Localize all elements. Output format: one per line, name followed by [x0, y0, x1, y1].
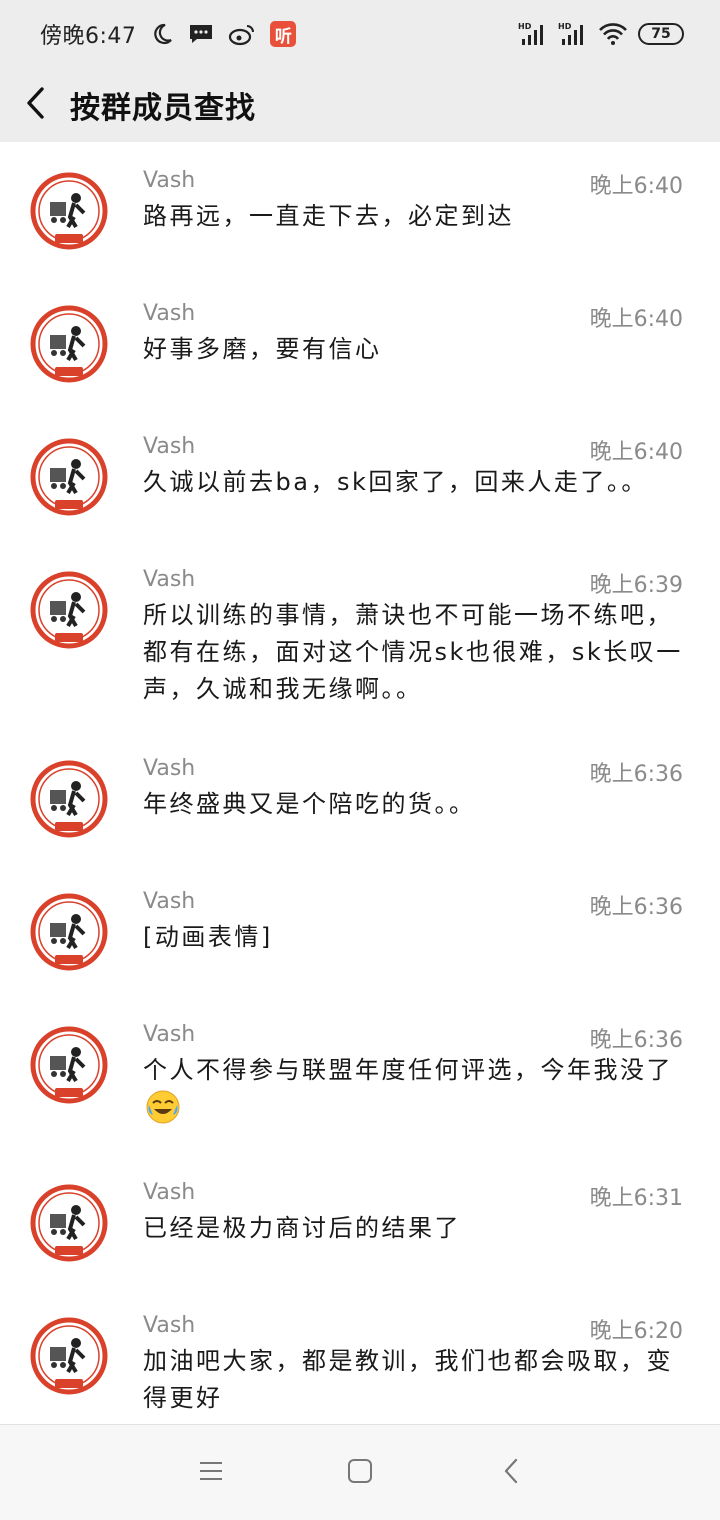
message-text: 个人不得参与联盟年度任何评选，今年我没了	[143, 1052, 688, 1136]
sender-name: Vash	[143, 1022, 196, 1047]
list-item[interactable]: Vash 晚上6:36 个人不得参与联盟年度任何评选，今年我没了	[0, 996, 720, 1154]
svg-text:HD: HD	[558, 22, 572, 31]
weibo-icon	[228, 22, 256, 46]
message-time: 晚上6:39	[589, 573, 683, 598]
menu-button[interactable]	[193, 1455, 229, 1491]
sender-name: Vash	[143, 567, 196, 592]
avatar[interactable]	[30, 893, 108, 971]
back-button[interactable]	[0, 68, 70, 142]
list-item[interactable]: Vash 晚上6:40 好事多磨，要有信心	[0, 275, 720, 408]
status-time: 傍晚6:47	[40, 24, 137, 49]
message-text-body: 个人不得参与联盟年度任何评选，今年我没了	[143, 1056, 673, 1084]
app-header: 按群成员查找	[0, 68, 720, 142]
message-text: [动画表情]	[143, 923, 273, 951]
message-text: 久诚以前去ba，sk回家了，回来人走了。。	[143, 468, 648, 496]
avatar[interactable]	[30, 305, 108, 383]
list-item[interactable]: Vash 晚上6:20 加油吧大家，都是教训，我们也都会吸取，变得更好	[0, 1287, 720, 1424]
listen-icon: 听	[270, 21, 297, 47]
message-time: 晚上6:31	[589, 1186, 683, 1211]
message-text: 年终盛典又是个陪吃的货。。	[143, 790, 476, 818]
menu-icon	[198, 1460, 224, 1486]
message-time: 晚上6:36	[589, 762, 683, 787]
message-text: 所以训练的事情，萧诀也不可能一场不练吧，都有在练，面对这个情况sk也很难，sk长…	[143, 601, 683, 703]
hd-signal-icon: HD	[518, 21, 548, 47]
avatar[interactable]	[30, 760, 108, 838]
sender-name: Vash	[143, 301, 196, 326]
avatar[interactable]	[30, 438, 108, 516]
avatar[interactable]	[30, 571, 108, 649]
wifi-icon	[598, 22, 628, 46]
avatar[interactable]	[30, 1026, 108, 1104]
message-text: 加油吧大家，都是教训，我们也都会吸取，变得更好	[143, 1347, 673, 1412]
sender-name: Vash	[143, 168, 196, 193]
home-icon	[347, 1458, 373, 1488]
svg-text:HD: HD	[518, 22, 532, 31]
moon-icon	[150, 22, 174, 46]
back-icon	[502, 1458, 520, 1488]
battery-icon: 75	[638, 23, 684, 45]
sender-name: Vash	[143, 889, 196, 914]
status-left: 傍晚6:47 听	[40, 18, 297, 50]
message-text: 好事多磨，要有信心	[143, 335, 382, 363]
message-time: 晚上6:40	[589, 307, 683, 332]
message-text: 路再远，一直走下去，必定到达	[143, 202, 514, 230]
home-button[interactable]	[342, 1455, 378, 1491]
message-time: 晚上6:40	[589, 174, 683, 199]
message-time: 晚上6:20	[589, 1319, 683, 1344]
message-time: 晚上6:40	[589, 440, 683, 465]
sender-name: Vash	[143, 434, 196, 459]
hd-signal-icon: HD	[558, 21, 588, 47]
avatar[interactable]	[30, 1184, 108, 1262]
message-text: 已经是极力商讨后的结果了	[143, 1214, 461, 1242]
system-nav-bar	[0, 1424, 720, 1520]
list-item[interactable]: Vash 晚上6:39 所以训练的事情，萧诀也不可能一场不练吧，都有在练，面对这…	[0, 541, 720, 730]
list-item[interactable]: Vash 晚上6:36 年终盛典又是个陪吃的货。。	[0, 730, 720, 863]
message-time: 晚上6:36	[589, 1028, 683, 1053]
sender-name: Vash	[143, 756, 196, 781]
list-item[interactable]: Vash 晚上6:36 [动画表情]	[0, 863, 720, 996]
avatar[interactable]	[30, 172, 108, 250]
status-bar: 傍晚6:47 听 HD HD 75	[0, 0, 720, 68]
chevron-left-icon	[24, 86, 46, 124]
sender-name: Vash	[143, 1313, 196, 1338]
list-item[interactable]: Vash 晚上6:40 久诚以前去ba，sk回家了，回来人走了。。	[0, 408, 720, 541]
list-item[interactable]: Vash 晚上6:31 已经是极力商讨后的结果了	[0, 1154, 720, 1287]
sender-name: Vash	[143, 1180, 196, 1205]
nav-back-button[interactable]	[493, 1455, 529, 1491]
message-icon	[188, 22, 214, 46]
crying-laughing-emoji-icon	[145, 1089, 181, 1136]
page-title: 按群成员查找	[70, 91, 256, 126]
list-item[interactable]: Vash 晚上6:40 路再远，一直走下去，必定到达	[0, 142, 720, 275]
avatar[interactable]	[30, 1317, 108, 1395]
status-right: HD HD 75	[518, 21, 684, 47]
message-time: 晚上6:36	[589, 895, 683, 920]
